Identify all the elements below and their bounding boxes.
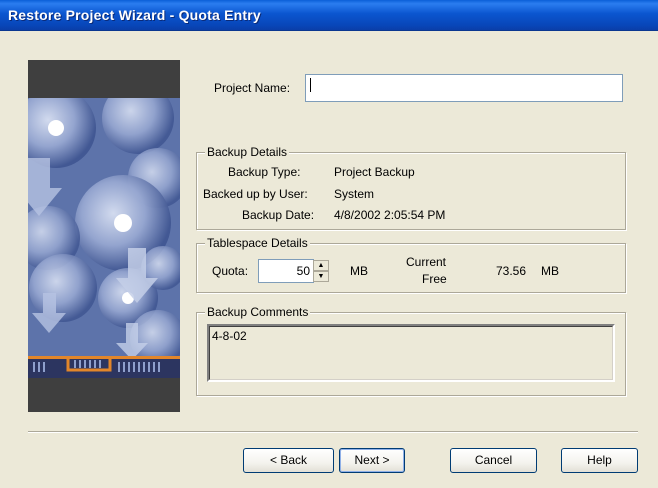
backup-details-title: Backup Details	[205, 145, 290, 159]
backup-type-label: Backup Type:	[228, 165, 301, 179]
current-free-label-line2: Free	[422, 272, 447, 286]
spin-down-icon[interactable]: ▼	[313, 271, 329, 282]
spin-up-icon[interactable]: ▲	[313, 260, 329, 271]
cancel-button[interactable]: Cancel	[450, 448, 537, 473]
backup-comments-title: Backup Comments	[205, 305, 311, 319]
text-caret	[310, 78, 311, 92]
window-title: Restore Project Wizard - Quota Entry	[8, 7, 261, 23]
quota-input[interactable]: 50	[258, 259, 314, 283]
project-name-input[interactable]	[305, 74, 623, 102]
quota-unit: MB	[350, 264, 368, 278]
free-value: 73.56	[496, 264, 527, 278]
project-name-label: Project Name:	[214, 81, 291, 95]
current-free-label-line1: Current	[406, 255, 447, 269]
wizard-banner-image	[28, 60, 180, 412]
help-button[interactable]: Help	[561, 448, 638, 473]
quota-label: Quota:	[212, 264, 249, 278]
back-button[interactable]: < Back	[243, 448, 334, 473]
backup-comments-text: 4-8-02	[212, 329, 247, 343]
backed-up-by-label: Backed up by User:	[203, 187, 308, 201]
tablespace-details-title: Tablespace Details	[205, 236, 310, 250]
free-unit: MB	[541, 264, 559, 278]
disc-arrows-illustration	[28, 98, 180, 378]
backup-comments-textarea[interactable]: 4-8-02	[207, 324, 615, 382]
backup-date-label: Backup Date:	[242, 208, 315, 222]
wizard-art-disc-pattern	[28, 98, 180, 378]
backup-date-value: 4/8/2002 2:05:54 PM	[334, 208, 446, 222]
title-bar[interactable]: Restore Project Wizard - Quota Entry	[0, 0, 658, 31]
backed-up-by-value: System	[334, 187, 375, 201]
backup-type-value: Project Backup	[334, 165, 415, 179]
next-button[interactable]: Next >	[339, 448, 405, 473]
button-separator	[28, 431, 638, 433]
